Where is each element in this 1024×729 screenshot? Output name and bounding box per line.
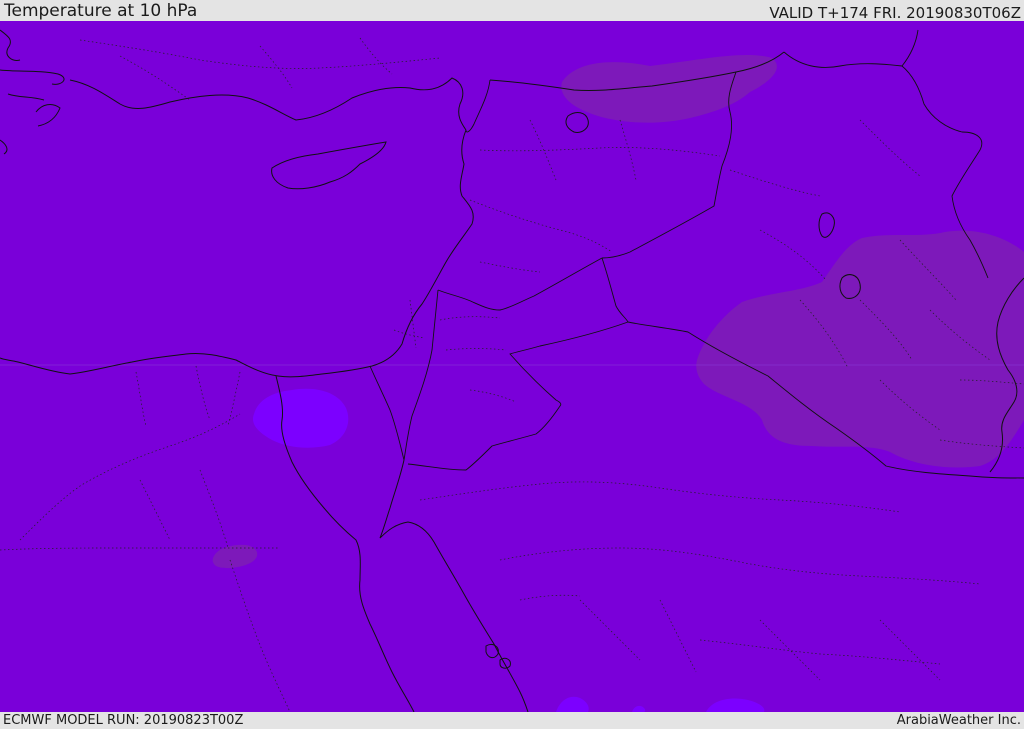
map-canvas	[0, 29, 1024, 712]
coast-red-sea-islands	[485, 643, 511, 669]
coast-gulf-aqaba	[379, 459, 529, 712]
cool-patch-south-2	[706, 698, 765, 712]
border-turkey-syria	[465, 79, 491, 133]
cool-patch-south-1	[556, 696, 589, 712]
border-syria-jordan	[437, 257, 603, 311]
cool-patch-sinai	[252, 388, 349, 448]
temperature-map[interactable]	[0, 21, 1024, 712]
coast-turkey-south	[69, 77, 467, 131]
warm-patch-egypt	[212, 544, 258, 569]
sub-jordan-1	[439, 316, 517, 403]
valid-time-label: VALID T+174 FRI. 20190830T06Z	[769, 4, 1021, 22]
border-egypt-israel	[369, 365, 405, 461]
map-viewer: Temperature at 10 hPa VALID T+174 FRI. 2…	[0, 0, 1024, 729]
temperature-shading	[212, 55, 1024, 712]
brand-label: ArabiaWeather Inc.	[896, 713, 1021, 728]
coast-aegean	[0, 29, 65, 155]
warm-patch-turkey-syria	[561, 55, 777, 123]
sub-saudi-4	[519, 594, 941, 665]
sub-egypt-2	[19, 413, 241, 541]
lake-north	[565, 112, 589, 133]
border-jordan-iraq-saudi	[407, 257, 629, 471]
sub-saudi-1	[419, 481, 901, 513]
sub-syria-2	[469, 199, 613, 273]
sub-saudi-3	[579, 599, 941, 681]
sub-turkey-2	[119, 37, 393, 101]
border-iran-north	[901, 29, 919, 67]
sub-syria-1	[479, 119, 721, 181]
map-header: Temperature at 10 hPa VALID T+174 FRI. 2…	[0, 0, 1024, 21]
lake-iraq	[818, 212, 835, 238]
coast-cyprus	[271, 141, 387, 190]
sub-saudi-2	[499, 547, 981, 585]
map-footer: ECMWF MODEL RUN: 20190823T00Z ArabiaWeat…	[0, 712, 1024, 729]
model-run-label: ECMWF MODEL RUN: 20190823T00Z	[3, 713, 244, 728]
sub-egypt-4	[135, 365, 241, 427]
coast-levant	[0, 129, 474, 378]
map-title: Temperature at 10 hPa	[4, 1, 198, 21]
sub-egypt-3	[139, 469, 291, 712]
warm-patch-iraq-iran	[696, 230, 1024, 468]
border-israel-jordan	[403, 289, 439, 461]
sub-turkey-1	[79, 39, 441, 69]
